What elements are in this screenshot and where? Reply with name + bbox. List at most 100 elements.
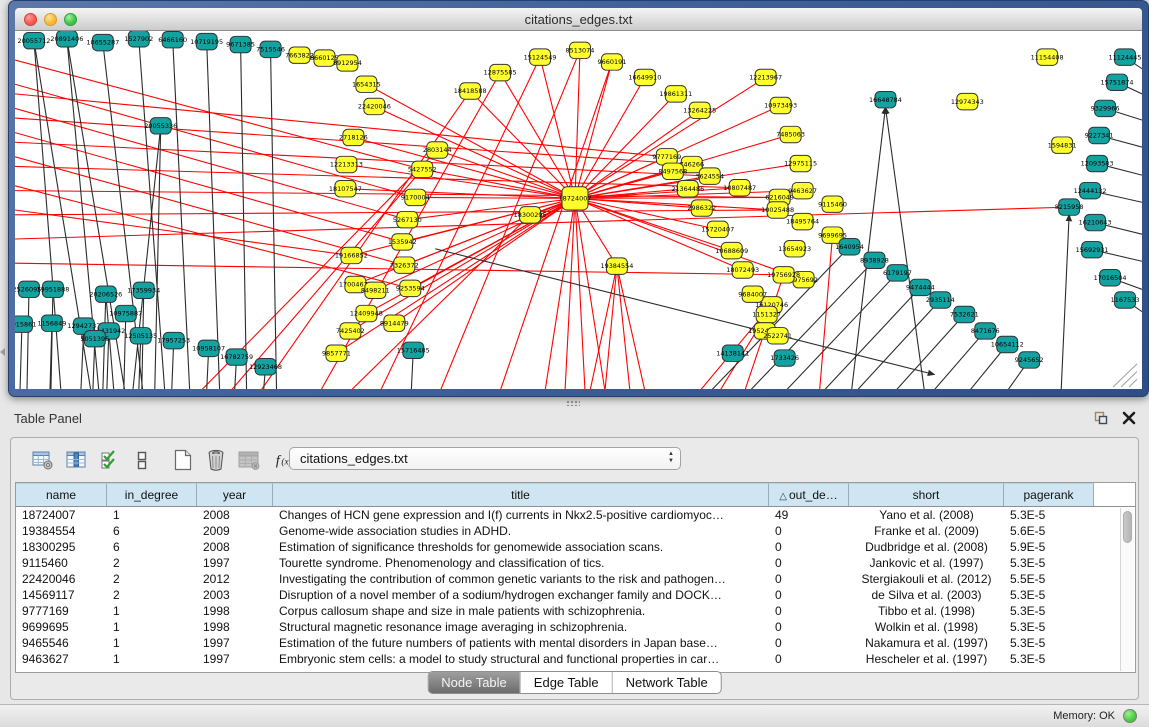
unselect-all-icon[interactable]: [130, 448, 154, 472]
table-cell: 0: [769, 587, 849, 603]
graph-edge-red: [617, 266, 645, 389]
import-table-icon[interactable]: [237, 448, 261, 472]
graph-edge-red: [440, 50, 580, 389]
graph-edge-black: [857, 300, 941, 389]
graph-node-label: 1654315: [352, 80, 381, 88]
tab-edge-table[interactable]: Edge Table: [520, 672, 612, 693]
column-header-name[interactable]: name: [16, 483, 107, 506]
column-header-title[interactable]: title: [273, 483, 769, 506]
table-cell: Yano et al. (2008): [849, 507, 1004, 523]
table-cell: 1997: [197, 651, 273, 667]
graph-node-label: 7515546: [256, 46, 285, 54]
graph-node-label: 20055712: [17, 37, 50, 45]
graph-edge-red: [540, 57, 575, 198]
table-row[interactable]: 1872400712008Changes of HCN gene express…: [16, 507, 1135, 523]
graph-node-label: 20206526: [89, 290, 122, 298]
select-all-icon[interactable]: [97, 448, 121, 472]
table-row[interactable]: 911546021997Tourette syndrome. Phenomeno…: [16, 555, 1135, 571]
graph-node-label: 13264225: [683, 107, 716, 115]
network-canvas[interactable]: 2005571220891406106552871527902646616010…: [15, 31, 1142, 389]
graph-node-label: 13654923: [778, 245, 811, 253]
graph-edge-red: [15, 166, 740, 187]
zoom-window-button[interactable]: [64, 13, 77, 26]
tab-node-table[interactable]: Node Table: [428, 672, 520, 693]
graph-node-label: 15716485: [397, 347, 430, 355]
tab-network-table[interactable]: Network Table: [612, 672, 721, 693]
table-row[interactable]: 946554611997Estimation of the future num…: [16, 635, 1135, 651]
column-header-year[interactable]: year: [197, 483, 273, 506]
table-cell: Structural magnetic resonance image aver…: [273, 619, 769, 635]
graph-node-label: 12975115: [784, 160, 817, 168]
sidebar-collapse-arrow-icon[interactable]: [0, 348, 5, 356]
new-table-icon[interactable]: [171, 448, 195, 472]
canvas-resize-grip[interactable]: [1113, 364, 1137, 387]
table-cell: 49: [769, 507, 849, 523]
table-panel-header: Table Panel: [0, 404, 1149, 436]
scrollbar-thumb[interactable]: [1123, 511, 1132, 543]
table-cell: 1998: [197, 619, 273, 635]
table-cell: 2: [107, 571, 197, 587]
window-titlebar[interactable]: citations_edges.txt: [15, 8, 1142, 31]
status-bar: Memory: OK: [0, 704, 1149, 727]
graph-node-label: 1527902: [124, 35, 153, 43]
table-cell: 2: [107, 555, 197, 571]
column-header-out-degree[interactable]: △out_de…: [769, 483, 849, 506]
table-cell: Dudbridge et al. (2008): [849, 539, 1004, 555]
graph-node-label: 9253594: [396, 285, 425, 293]
table-cell: 0: [769, 523, 849, 539]
table-cell: 5.3E-5: [1004, 587, 1094, 603]
column-header-in-degree[interactable]: in_degree: [107, 483, 197, 506]
graph-node-label: 12093583: [1081, 160, 1114, 168]
graph-node-label: 20891406: [50, 35, 83, 43]
close-panel-icon[interactable]: [1121, 410, 1137, 426]
graph-node-label: 19951888: [36, 286, 69, 294]
graph-edge-red: [15, 210, 778, 215]
table-cell: 9465546: [16, 635, 107, 651]
table-panel-title: Table Panel: [14, 411, 82, 426]
table-selector-dropdown[interactable]: citations_edges.txt ▲▼: [289, 447, 681, 470]
table-cell: Investigating the contribution of common…: [273, 571, 769, 587]
table-row[interactable]: 1830029562008Estimation of significance …: [16, 539, 1135, 555]
sort-ascending-icon: △: [779, 491, 787, 502]
graph-node-label: 5051395: [80, 335, 109, 343]
table-row[interactable]: 2242004622012Investigating the contribut…: [16, 571, 1135, 587]
table-cell: 0: [769, 539, 849, 555]
column-header-pagerank[interactable]: pagerank: [1004, 483, 1094, 506]
graph-node-label: 9777169: [652, 153, 681, 161]
graph-node-label: 17016504: [1094, 274, 1127, 282]
table-cell: 1997: [197, 635, 273, 651]
graph-node-label: 2803144: [423, 146, 452, 154]
graph-node-label: 8497568: [658, 168, 687, 176]
graph-node-label: 8912954: [333, 59, 362, 67]
close-window-button[interactable]: [24, 13, 37, 26]
delete-table-icon[interactable]: [204, 448, 228, 472]
graph-edge-red: [575, 50, 580, 198]
dropdown-stepper-icon: ▲▼: [668, 451, 674, 465]
graph-node-label: 11124445: [1109, 53, 1142, 61]
float-panel-icon[interactable]: [1093, 410, 1109, 426]
graph-node-label: 9170004: [401, 194, 430, 202]
table-row[interactable]: 969969511998Structural magnetic resonanc…: [16, 619, 1135, 635]
table-row[interactable]: 1456911722003Disruption of a novel membe…: [16, 587, 1135, 603]
table-row[interactable]: 977716911998Corpus callosum shape and si…: [16, 603, 1135, 619]
memory-status-indicator[interactable]: [1123, 709, 1137, 723]
table-cell: 1997: [197, 555, 273, 571]
table-cell: 5.9E-5: [1004, 539, 1094, 555]
table-row[interactable]: 1938455462009Genome-wide association stu…: [16, 523, 1135, 539]
table-options-icon[interactable]: [31, 448, 55, 472]
show-columns-icon[interactable]: [64, 448, 88, 472]
graph-node-label: 8471676: [971, 327, 1000, 335]
graph-node-label: 16210643: [1079, 219, 1112, 227]
minimize-window-button[interactable]: [44, 13, 57, 26]
table-cell: Corpus callosum shape and size in male p…: [273, 603, 769, 619]
graph-node-label: 9857771: [322, 349, 351, 357]
table-toolbar: f (x): [31, 445, 298, 475]
window-title: citations_edges.txt: [15, 8, 1142, 31]
table-cell: Wolkin et al. (1998): [849, 619, 1004, 635]
table-vertical-scrollbar[interactable]: [1120, 508, 1134, 671]
graph-node-label: 15720407: [701, 226, 734, 234]
table-cell: Genome-wide association studies in ADHD.: [273, 523, 769, 539]
column-header-short[interactable]: short: [849, 483, 1004, 506]
table-row[interactable]: 946362711997Embryonic stem cells: a mode…: [16, 651, 1135, 667]
graph-node-label: 9699695: [818, 231, 847, 239]
